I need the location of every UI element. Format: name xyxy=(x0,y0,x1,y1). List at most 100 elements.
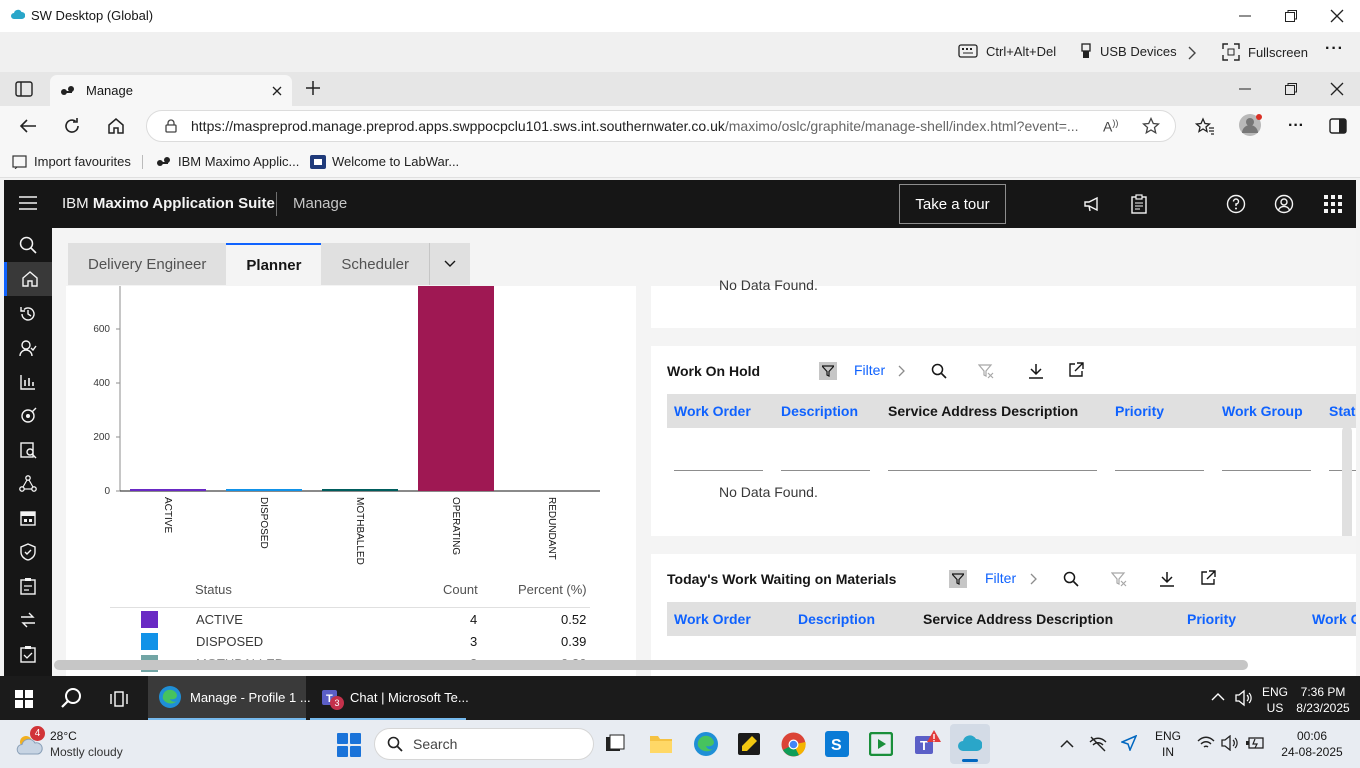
battery-icon[interactable] xyxy=(1246,736,1264,750)
tab-delivery-engineer[interactable]: Delivery Engineer xyxy=(68,243,227,285)
favourite-star-icon[interactable] xyxy=(1142,117,1160,135)
volume-icon[interactable] xyxy=(1234,689,1252,707)
filter-input-work-group[interactable] xyxy=(1222,470,1311,471)
col-work-group[interactable]: Work Group xyxy=(1222,403,1303,419)
close-button[interactable] xyxy=(1330,9,1344,23)
app-switcher-icon[interactable] xyxy=(1324,195,1342,213)
vertical-scrollbar[interactable] xyxy=(1342,426,1352,536)
usb-devices-button[interactable]: USB Devices xyxy=(1080,43,1177,59)
download-icon[interactable] xyxy=(1028,363,1044,379)
nav-reports-icon[interactable] xyxy=(4,365,52,399)
nav-calendar-icon[interactable] xyxy=(4,501,52,535)
refresh-icon[interactable] xyxy=(63,117,81,135)
announcement-icon[interactable] xyxy=(1083,195,1101,213)
tab-actions-icon[interactable] xyxy=(15,81,33,97)
fav-import[interactable]: Import favourites xyxy=(12,154,131,169)
filter-icon[interactable] xyxy=(819,362,837,380)
home-icon[interactable] xyxy=(107,117,125,135)
search-icon[interactable] xyxy=(931,363,947,379)
tab-planner[interactable]: Planner xyxy=(226,243,322,285)
take-tour-button[interactable]: Take a tour xyxy=(899,184,1006,224)
location-arrow-icon[interactable] xyxy=(1121,735,1137,751)
local-clock[interactable]: 00:06 24-08-2025 xyxy=(1272,728,1352,760)
module-name[interactable]: Manage xyxy=(293,195,347,212)
browser-close-button[interactable] xyxy=(1330,82,1344,96)
new-tab-button[interactable] xyxy=(305,80,321,96)
col-work-order[interactable]: Work Order xyxy=(674,611,751,627)
task-view-icon[interactable] xyxy=(605,734,625,754)
col-description[interactable]: Description xyxy=(781,403,858,419)
clipboard-icon[interactable] xyxy=(1131,194,1147,214)
show-hidden-icons-icon[interactable] xyxy=(1211,692,1225,702)
volume-icon[interactable] xyxy=(1221,735,1239,751)
taskbar-search-box[interactable]: Search xyxy=(374,728,594,760)
col-status[interactable]: Stat xyxy=(1329,403,1355,419)
more-roles-dropdown[interactable] xyxy=(428,243,470,285)
nav-shield-icon[interactable] xyxy=(4,535,52,569)
filter-input-work-order[interactable] xyxy=(674,470,763,471)
browser-minimize-button[interactable] xyxy=(1238,81,1252,95)
nav-home-icon[interactable] xyxy=(4,262,52,296)
back-arrow-icon[interactable] xyxy=(19,118,37,134)
user-profile-icon[interactable] xyxy=(1274,194,1294,214)
more-options-button[interactable]: ··· xyxy=(1325,40,1344,58)
nav-clipboard-icon[interactable] xyxy=(4,637,52,671)
remote-clock[interactable]: 7:36 PM 8/23/2025 xyxy=(1294,684,1352,716)
nav-network-icon[interactable] xyxy=(4,467,52,501)
nav-tools-icon[interactable] xyxy=(4,399,52,433)
browser-restore-button[interactable] xyxy=(1284,82,1298,96)
media-player-icon[interactable] xyxy=(869,732,893,756)
download-icon[interactable] xyxy=(1159,571,1175,587)
minimize-button[interactable] xyxy=(1238,8,1252,22)
lock-icon[interactable] xyxy=(165,119,177,133)
taskbar-app-teams[interactable]: T3 Chat | Microsoft Te... xyxy=(310,676,469,720)
launch-icon[interactable] xyxy=(1200,570,1216,586)
help-icon[interactable] xyxy=(1226,194,1246,214)
sharepoint-icon[interactable]: S xyxy=(825,731,849,757)
hamburger-menu-icon[interactable] xyxy=(19,196,37,210)
wifi-icon[interactable] xyxy=(1197,736,1215,750)
file-explorer-icon[interactable] xyxy=(649,733,673,755)
input-language-indicator[interactable]: ENG US xyxy=(1261,684,1289,716)
chevron-right-icon[interactable] xyxy=(898,365,906,377)
fav-labware[interactable]: Welcome to LabWar... xyxy=(310,154,459,169)
nav-exchange-icon[interactable] xyxy=(4,603,52,637)
sidebar-toggle-icon[interactable] xyxy=(1329,118,1347,134)
favourites-icon[interactable] xyxy=(1195,117,1215,135)
chevron-right-icon[interactable] xyxy=(1187,46,1197,60)
col-description[interactable]: Description xyxy=(798,611,875,627)
windows-start-icon[interactable] xyxy=(337,733,361,757)
clear-filter-icon[interactable] xyxy=(978,363,994,379)
fav-maximo[interactable]: IBM Maximo Applic... xyxy=(156,154,299,169)
filter-input-service-address[interactable] xyxy=(888,470,1097,471)
chevron-right-icon[interactable] xyxy=(1030,573,1038,585)
nav-inspect-icon[interactable] xyxy=(4,433,52,467)
col-priority[interactable]: Priority xyxy=(1115,403,1164,419)
windows-start-icon[interactable] xyxy=(15,690,33,708)
horizontal-scrollbar[interactable] xyxy=(54,660,1248,670)
settings-more-icon[interactable]: ··· xyxy=(1288,117,1304,135)
network-off-icon[interactable] xyxy=(1089,736,1107,752)
restore-button[interactable] xyxy=(1284,9,1298,23)
edge-icon[interactable] xyxy=(693,731,719,757)
nav-checklist-icon[interactable] xyxy=(4,569,52,603)
chrome-icon[interactable] xyxy=(781,732,806,757)
filter-icon[interactable] xyxy=(949,570,967,588)
col-work-group[interactable]: Work G xyxy=(1312,611,1356,627)
filter-input-priority[interactable] xyxy=(1115,470,1204,471)
browser-tab-manage[interactable]: Manage xyxy=(50,75,292,106)
clear-filter-icon[interactable] xyxy=(1111,571,1127,587)
nav-recent-icon[interactable] xyxy=(4,297,52,331)
sticky-notes-icon[interactable] xyxy=(737,732,761,756)
ctrl-alt-del-button[interactable]: Ctrl+Alt+Del xyxy=(958,43,1056,59)
search-icon[interactable] xyxy=(1063,571,1079,587)
read-aloud-icon[interactable]: A)) xyxy=(1103,118,1118,135)
fullscreen-button[interactable]: Fullscreen xyxy=(1222,43,1308,61)
close-tab-icon[interactable] xyxy=(272,86,282,96)
search-icon[interactable] xyxy=(61,687,83,709)
nav-search-icon[interactable] xyxy=(4,228,52,262)
launch-icon[interactable] xyxy=(1068,362,1084,378)
taskbar-active-app[interactable] xyxy=(950,724,990,764)
show-hidden-icons-icon[interactable] xyxy=(1060,739,1074,749)
input-language-indicator[interactable]: ENG IN xyxy=(1153,728,1183,760)
